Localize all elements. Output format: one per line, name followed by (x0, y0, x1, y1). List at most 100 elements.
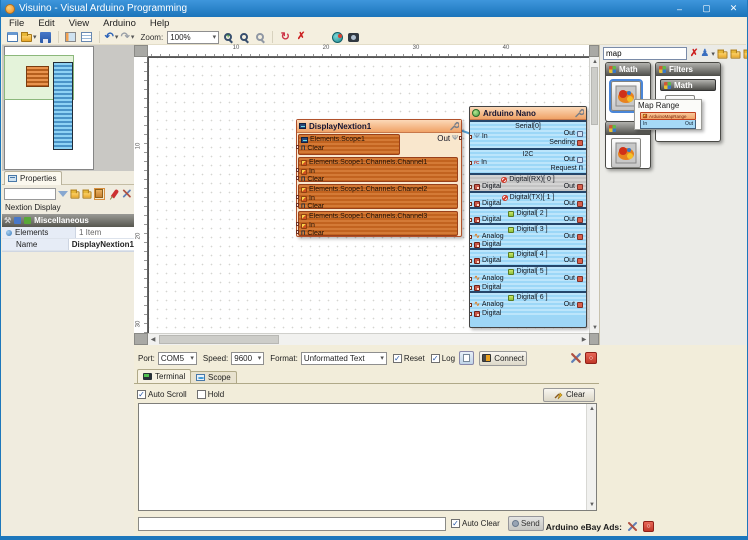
auto-clear-checkbox[interactable]: ✓ (451, 519, 460, 528)
open-project-button[interactable]: ▾ (21, 31, 37, 44)
save-project-button[interactable] (39, 31, 53, 44)
menu-view[interactable]: View (62, 18, 96, 29)
serial-in-pin-square[interactable] (469, 135, 472, 139)
property-filter-input[interactable] (4, 188, 56, 200)
tools-icon[interactable] (122, 188, 132, 199)
menu-edit[interactable]: Edit (31, 18, 61, 29)
arrange-by-category-icon[interactable] (94, 188, 105, 200)
redo-button[interactable]: ↷▾ (121, 31, 135, 44)
hidden-component-tile[interactable] (611, 138, 641, 168)
disable-ads-icon[interactable]: ○ (643, 521, 654, 532)
speed-combobox[interactable]: 9600▾ (231, 352, 264, 365)
toggle-components-panel-button[interactable] (64, 31, 78, 44)
analog-pin-square[interactable] (469, 277, 472, 281)
channel1-box[interactable]: Elements.Scope1.Channels.Channel1 In ΠCl… (298, 157, 458, 182)
out-pin-square[interactable] (459, 136, 462, 140)
digital-in-pin[interactable]: Digital (474, 241, 501, 248)
analog-pin-square[interactable] (469, 235, 472, 239)
undo-button[interactable]: ↶▾ (105, 31, 119, 44)
minimap[interactable] (4, 46, 94, 170)
property-category-row[interactable]: ⚒ Miscellaneous (2, 214, 134, 227)
display-out-pin[interactable]: Out Ψ (437, 134, 458, 143)
digital-in-pin[interactable]: Digital (474, 310, 501, 317)
scroll-down-icon[interactable]: ▼ (587, 500, 597, 510)
wizard-dropdown-icon[interactable]: ▾ (711, 50, 715, 58)
display-nextion-block[interactable]: DisplayNextion1 Out Ψ Elements.Scope1 ΠC… (296, 119, 462, 237)
terminal-output[interactable]: ▲ ▼ (138, 403, 597, 511)
digital-in-pin[interactable]: Digital (474, 257, 501, 264)
subcategory-math-header[interactable]: Math (660, 79, 716, 91)
clear-pin-square[interactable] (296, 176, 299, 180)
toggle-properties-panel-button[interactable] (80, 31, 94, 44)
web-help-button[interactable] (330, 31, 344, 44)
i2c-request-pin[interactable]: RequestΠ (551, 165, 583, 172)
tab-terminal[interactable]: Terminal (137, 369, 191, 383)
canvas-horizontal-scrollbar[interactable]: ◀ ▶ (148, 333, 589, 345)
zoom-in-button[interactable]: + (221, 31, 235, 44)
arduino-block-header[interactable]: Arduino Nano (470, 107, 586, 120)
serial-out-pin[interactable]: Out (564, 130, 583, 137)
scroll-right-icon[interactable]: ▶ (579, 334, 589, 346)
zoom-out-button[interactable] (253, 31, 267, 44)
expand-all-icon[interactable] (730, 51, 740, 58)
log-file-button[interactable] (459, 351, 474, 365)
clear-pin-square[interactable] (296, 230, 299, 234)
compile-button[interactable]: ↻ (278, 31, 292, 44)
new-project-button[interactable] (5, 31, 19, 44)
connect-button[interactable]: Connect (479, 351, 527, 366)
digital-pin-square[interactable] (469, 312, 472, 316)
component-search-input[interactable] (603, 47, 687, 60)
zoom-reset-button[interactable] (237, 31, 251, 44)
undo-dropdown-icon[interactable]: ▾ (115, 33, 119, 41)
reset-checkbox[interactable]: ✓ (393, 354, 402, 363)
analog-in-pin[interactable]: ∿Analog (474, 275, 504, 282)
wrench-icon[interactable] (574, 108, 584, 118)
digital-pin-square[interactable] (469, 218, 472, 222)
scroll-left-icon[interactable]: ◀ (148, 334, 158, 346)
analog-in-pin[interactable]: ∿Analog (474, 301, 504, 308)
tools-icon[interactable] (627, 521, 638, 532)
open-dropdown-icon[interactable]: ▾ (33, 33, 37, 41)
channel2-box[interactable]: Elements.Scope1.Channels.Channel2 In ΠCl… (298, 184, 458, 209)
analog-pin-square[interactable] (469, 303, 472, 307)
property-row-elements[interactable]: Elements 1 Item (2, 227, 134, 239)
filter-icon[interactable] (58, 191, 68, 197)
log-checkbox[interactable]: ✓ (431, 354, 440, 363)
delete-button[interactable]: ✗ (294, 31, 308, 44)
pin-panel-icon[interactable] (110, 189, 118, 198)
wrench-icon[interactable] (449, 121, 459, 131)
serial-in-pin[interactable]: ΨIn (474, 133, 488, 140)
tab-scope[interactable]: Scope (190, 371, 237, 383)
arduino-nano-block[interactable]: Arduino Nano Serial[0] ΨIn Out Sending I… (469, 106, 587, 328)
clear-pin-square[interactable] (296, 203, 299, 207)
menu-file[interactable]: File (2, 18, 31, 29)
in-pin-square[interactable] (296, 195, 299, 199)
expand-categories-icon[interactable] (70, 191, 79, 198)
tools-icon[interactable] (570, 352, 582, 364)
category-filters-header[interactable]: Filters (656, 63, 720, 76)
digital-pin-square[interactable] (469, 259, 472, 263)
digital-pin-square[interactable] (469, 202, 472, 206)
wizard-icon[interactable]: ♟ (700, 49, 709, 59)
zoom-combobox[interactable]: 100%▾ (167, 31, 219, 44)
channel3-box[interactable]: Elements.Scope1.Channels.Channel3 In ΠCl… (298, 211, 458, 236)
display-block-header[interactable]: DisplayNextion1 (297, 120, 461, 133)
close-button[interactable]: ✕ (720, 0, 747, 17)
menu-help[interactable]: Help (143, 18, 177, 29)
digital-in-pin[interactable]: Digital (474, 183, 501, 190)
clear-filter-icon[interactable]: ✗ (690, 49, 698, 59)
analog-in-pin[interactable]: ∿Analog (474, 233, 504, 240)
hold-checkbox[interactable] (197, 390, 206, 399)
digital-out-pin[interactable]: Out (564, 200, 583, 207)
digital-pin-square[interactable] (469, 286, 472, 290)
collapse-categories-icon[interactable] (82, 191, 91, 198)
category-math-header[interactable]: Math (606, 63, 650, 76)
digital-out-pin[interactable]: Out (564, 275, 583, 282)
scroll-up-icon[interactable]: ▲ (587, 404, 597, 414)
scroll-thumb[interactable] (591, 67, 598, 125)
port-combobox[interactable]: COM5▾ (158, 352, 197, 365)
i2c-out-pin[interactable]: Out (564, 156, 583, 163)
scope-element-box[interactable]: Elements.Scope1 ΠClear (298, 134, 400, 155)
in-pin-square[interactable] (296, 222, 299, 226)
maximize-button[interactable]: ▢ (693, 0, 720, 17)
